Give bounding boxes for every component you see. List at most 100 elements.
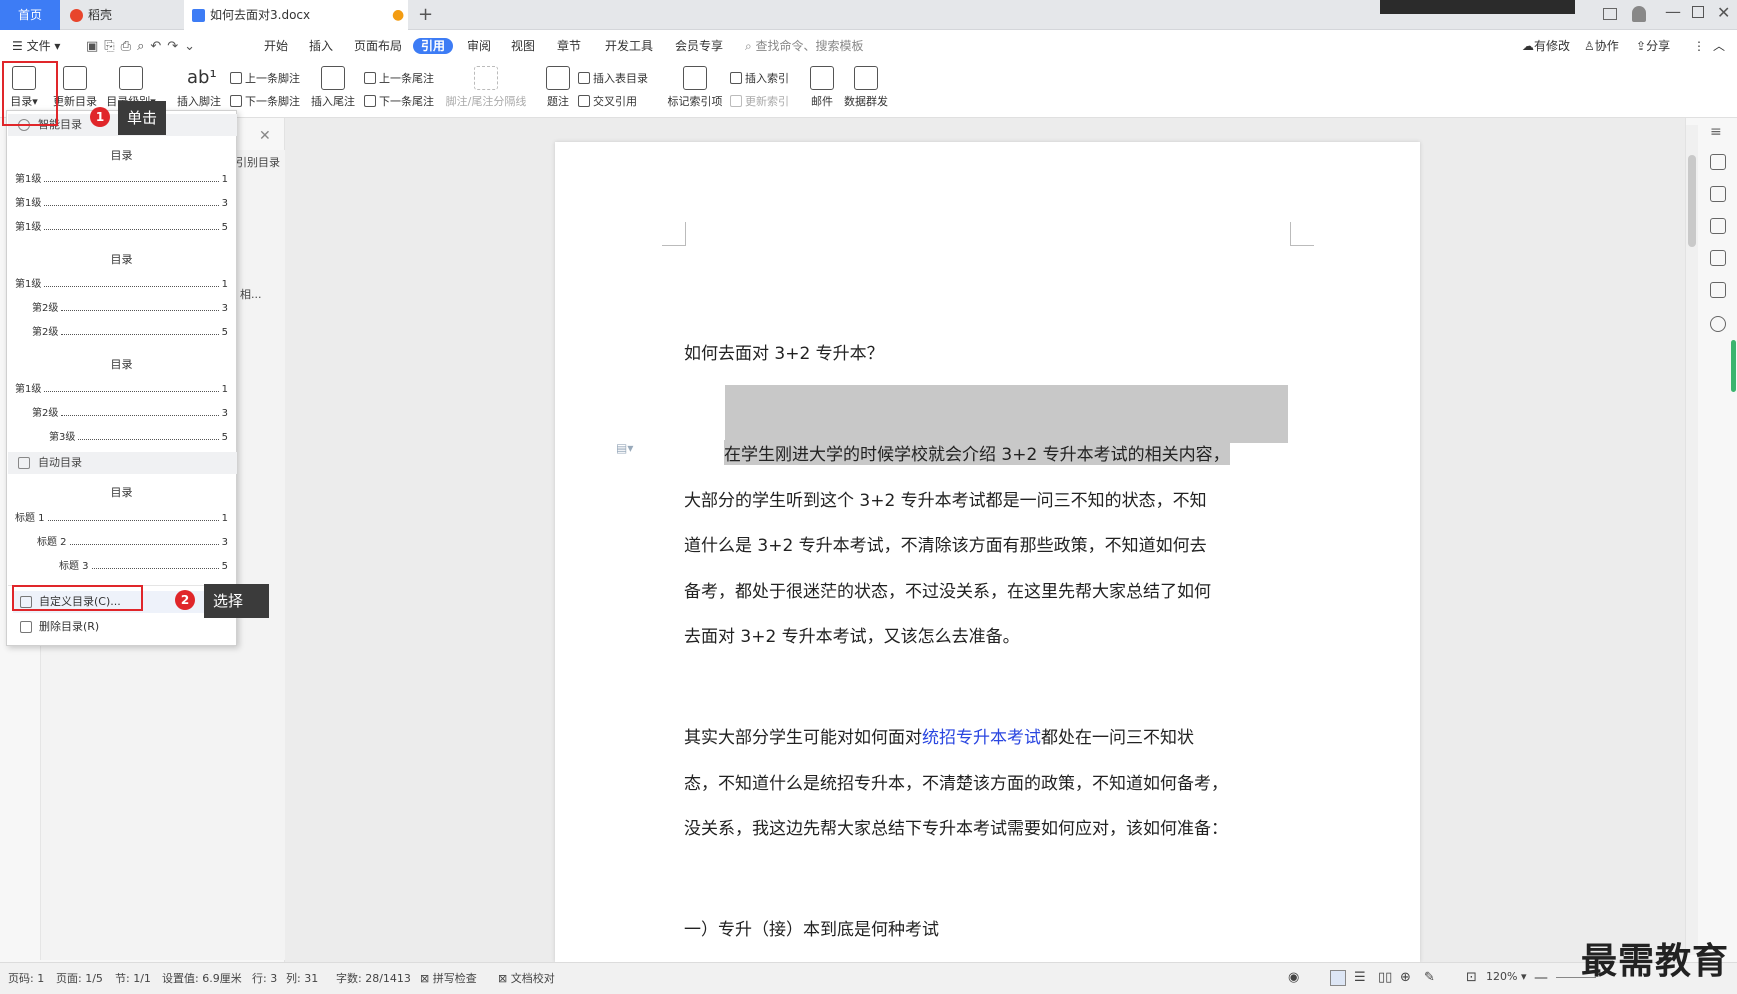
delete-toc-icon — [20, 621, 32, 633]
menu-member[interactable]: 会员专享 — [675, 38, 723, 54]
nav-close-icon[interactable]: ✕ — [259, 128, 271, 144]
status-row[interactable]: 行: 3 — [252, 970, 277, 986]
nav-tab-partial[interactable]: 引别目录 — [236, 154, 280, 170]
spell-check-icon: ⊠ — [420, 972, 433, 985]
collapse-ribbon-icon[interactable]: ︿ — [1713, 38, 1725, 54]
table-toc-icon — [578, 72, 590, 84]
page-view-icon[interactable] — [1330, 970, 1346, 986]
window-layout-icon[interactable] — [1603, 8, 1617, 20]
doc-p1-line3[interactable]: 道什么是 3+2 专升本考试，不清除该方面有那些政策，不知道如何去 — [684, 531, 1207, 556]
eye-protect-icon[interactable]: ◉ — [1288, 970, 1299, 985]
doc-heading[interactable]: 一）专升（接）本到底是何种考试 — [684, 915, 939, 940]
fit-page-icon[interactable]: ⊡ — [1466, 970, 1477, 985]
mail-button[interactable]: 邮件 — [808, 66, 836, 109]
menu-page-layout[interactable]: 页面布局 — [354, 38, 402, 54]
paragraph-marker-icon[interactable]: ▤▾ — [616, 441, 633, 455]
tab-document[interactable]: 如何去面对3.docx ● — [184, 0, 408, 30]
zoom-level[interactable]: 120% ▾ — [1486, 970, 1526, 983]
sidebar-cursor-icon[interactable] — [1710, 218, 1726, 234]
menu-view[interactable]: 视图 — [511, 38, 535, 54]
word-doc-icon — [192, 9, 205, 22]
more-icon[interactable]: ⋮ — [1693, 38, 1705, 54]
avatar[interactable] — [1632, 6, 1646, 22]
vertical-scrollbar[interactable] — [1686, 125, 1698, 955]
status-words[interactable]: 字数: 28/1413 — [336, 970, 411, 986]
doc-link[interactable]: 统招专升本考试 — [922, 728, 1041, 748]
close-icon[interactable]: ✕ — [1717, 3, 1730, 22]
edit-view-icon[interactable]: ✎ — [1424, 970, 1435, 985]
delete-toc-item[interactable]: 删除目录(R) — [13, 616, 231, 638]
search-icon: ⌕ — [745, 39, 756, 53]
sidebar-backup-icon[interactable] — [1710, 282, 1726, 298]
sidebar-help-icon[interactable] — [1710, 316, 1726, 332]
prev-endnote-button[interactable]: 上一条尾注 — [364, 70, 434, 86]
minimize-icon[interactable]: — — [1665, 2, 1681, 21]
doc-p2-line1[interactable]: 其实大部分学生可能对如何面对统招专升本考试都处在一问三不知状 — [684, 723, 1194, 748]
sidebar-menu-icon[interactable]: ≡ — [1710, 124, 1726, 140]
status-section[interactable]: 节: 1/1 — [115, 970, 151, 986]
toc-style-auto-line: 标题 35 — [59, 561, 228, 572]
menu-insert[interactable]: 插入 — [309, 38, 333, 54]
insert-table-toc-button[interactable]: 插入表目录 — [578, 70, 648, 86]
spell-check-button[interactable]: ⊠ 拼写检查 — [420, 970, 477, 986]
insert-footnote-button[interactable]: ab¹ 插入脚注 — [174, 66, 224, 109]
next-footnote-button[interactable]: 下一条脚注 — [230, 93, 300, 109]
command-search[interactable]: ⌕ 查找命令、搜索模板 — [745, 38, 864, 54]
toc-style-1-title: 目录 — [110, 149, 133, 162]
doc-p2-line3[interactable]: 没关系，我这边先帮大家总结下专升本考试需要如何应对，该如何准备： — [684, 814, 1228, 839]
tab-daoke[interactable]: 稻壳 — [62, 0, 182, 30]
file-menu[interactable]: ☰ 文件 ▾ — [12, 38, 60, 54]
status-page-code[interactable]: 页码: 1 — [8, 970, 44, 986]
outline-view-icon[interactable]: ☰ — [1354, 970, 1366, 985]
menu-chapter[interactable]: 章节 — [557, 38, 581, 54]
menu-references[interactable]: 引用 — [413, 38, 454, 54]
caption-button[interactable]: 题注 — [544, 66, 572, 109]
maximize-icon[interactable] — [1692, 6, 1704, 18]
auto-toc-icon — [18, 457, 30, 469]
margin-corner-tl — [662, 222, 686, 246]
daoke-icon — [70, 9, 83, 22]
status-col[interactable]: 列: 31 — [286, 970, 318, 986]
collaborate-button[interactable]: ♙协作 — [1584, 38, 1619, 54]
reading-view-icon[interactable]: ▯▯ — [1378, 970, 1392, 985]
insert-index-button[interactable]: 插入索引 — [730, 70, 789, 86]
sidebar-style-icon[interactable] — [1710, 154, 1726, 170]
status-setting[interactable]: 设置值: 6.9厘米 — [162, 970, 242, 986]
doc-p1-line1[interactable]: 在学生刚进大学的时候学校就会介绍 3+2 专升本考试的相关内容， — [724, 440, 1230, 465]
tab-home[interactable]: 首页 — [0, 0, 60, 30]
sidebar-pen-icon[interactable] — [1710, 186, 1726, 202]
share-icon: ⇪ — [1636, 39, 1647, 53]
toc-style-3-line: 第1级 1 — [15, 384, 228, 395]
cross-ref-button[interactable]: 交叉引用 — [578, 93, 637, 109]
ime-toolbar[interactable] — [1380, 0, 1575, 14]
doc-p1-line4[interactable]: 备考，都处于很迷茫的状态，不过没关系，在这里先帮大家总结了如何 — [684, 577, 1211, 602]
menu-dev-tools[interactable]: 开发工具 — [605, 38, 653, 54]
insert-endnote-button[interactable]: 插入尾注 — [310, 66, 356, 109]
mark-index-button[interactable]: 标记索引项 — [666, 66, 724, 109]
nav-item-partial[interactable]: 相... — [240, 286, 262, 302]
footnote-separator-button[interactable]: 脚注/尾注分隔线 — [444, 66, 528, 109]
scrollbar-thumb[interactable] — [1688, 155, 1696, 247]
status-page[interactable]: 页面: 1/5 — [56, 970, 103, 986]
prev-footnote-button[interactable]: 上一条脚注 — [230, 70, 300, 86]
menu-start[interactable]: 开始 — [264, 38, 288, 54]
menu-review[interactable]: 审阅 — [467, 38, 491, 54]
zoom-out-icon[interactable]: — — [1534, 970, 1548, 986]
update-index-button[interactable]: 更新索引 — [730, 93, 789, 109]
doc-p1-line2[interactable]: 大部分的学生听到这个 3+2 专升本考试都是一问三不知的状态，不知 — [684, 486, 1207, 511]
endnote-icon — [321, 66, 345, 90]
share-button[interactable]: ⇪分享 — [1636, 38, 1670, 54]
has-changes-button[interactable]: ☁有修改 — [1522, 38, 1570, 54]
proofread-button[interactable]: ⊠ 文档校对 — [498, 970, 555, 986]
doc-title[interactable]: 如何去面对 3+2 专升本？ — [684, 339, 884, 364]
web-view-icon[interactable]: ⊕ — [1400, 970, 1411, 985]
doc-p2-line2[interactable]: 态，不知道什么是统招专升本，不清楚该方面的政策，不知道如何备考， — [684, 769, 1228, 794]
quick-access-icons[interactable]: ▣⎘⎙⌕↶↷⌄ — [86, 39, 201, 54]
new-tab-button[interactable]: + — [418, 4, 433, 25]
doc-p1-line5[interactable]: 去面对 3+2 专升本考试，又该怎么去准备。 — [684, 622, 1020, 647]
toc-style-2-line: 第2级 5 — [32, 327, 228, 338]
next-endnote-button[interactable]: 下一条尾注 — [364, 93, 434, 109]
separator-icon — [474, 66, 498, 90]
data-mass-button[interactable]: 数据群发 — [842, 66, 890, 109]
sidebar-settings-icon[interactable] — [1710, 250, 1726, 266]
